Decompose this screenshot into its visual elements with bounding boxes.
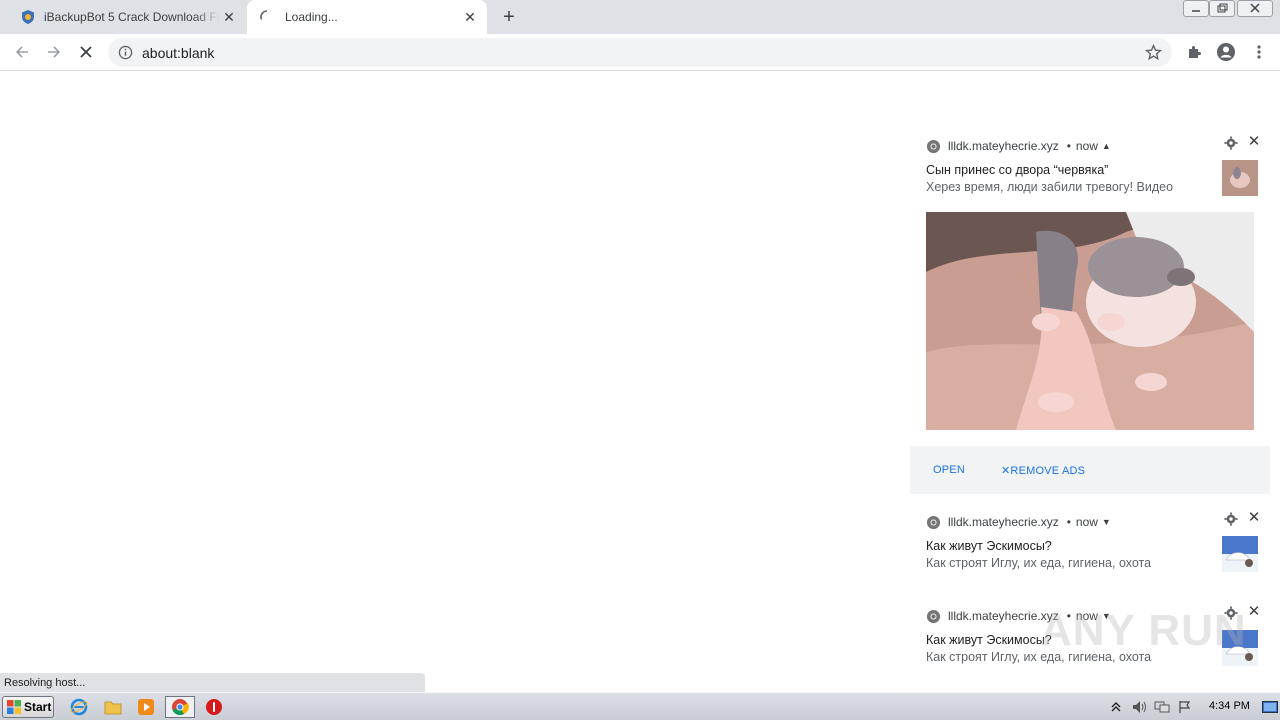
star-icon[interactable] xyxy=(1145,44,1162,61)
chevron-down-icon[interactable]: ▼ xyxy=(1102,517,1111,527)
arrow-left-icon xyxy=(15,46,28,58)
internet-explorer-icon xyxy=(70,698,88,716)
notification-image xyxy=(926,212,1254,430)
notification-time: now xyxy=(1075,515,1098,529)
back-button[interactable] xyxy=(12,42,32,62)
show-desktop-icon[interactable] xyxy=(1262,700,1278,714)
shield-icon xyxy=(22,10,34,24)
extensions-button[interactable] xyxy=(1184,42,1204,62)
notification-thumbnail xyxy=(1222,536,1258,572)
profile-button[interactable] xyxy=(1216,42,1236,62)
minimize-button[interactable] xyxy=(1183,0,1209,17)
close-icon[interactable]: ✕ xyxy=(462,9,478,25)
remove-ads-button[interactable]: ✕REMOVE ADS xyxy=(1001,464,1085,477)
loading-spinner-icon xyxy=(260,10,268,20)
stop-sign-icon xyxy=(206,699,222,715)
account-icon xyxy=(1217,43,1235,61)
address-bar[interactable]: about:blank xyxy=(108,38,1172,67)
folder-icon xyxy=(104,701,122,715)
notification-actions: OPEN ✕REMOVE ADS xyxy=(910,446,1270,494)
tab-title: iBackupBot 5 Crack Download Full FREE xyxy=(44,10,220,24)
flag-icon[interactable] xyxy=(1178,700,1192,714)
notification-source: llldk.mateyhecrie.xyz xyxy=(948,139,1059,153)
open-button[interactable]: OPEN xyxy=(933,464,965,476)
chevron-up-icon[interactable]: ▲ xyxy=(1102,141,1111,151)
windows-flag-icon xyxy=(7,700,21,714)
browser-toolbar: about:blank xyxy=(0,34,1280,71)
tab-loading[interactable]: Loading... ✕ xyxy=(247,0,487,34)
close-icon[interactable]: ✕ xyxy=(1246,134,1262,150)
notification-source: llldk.mateyhecrie.xyz xyxy=(948,515,1059,529)
system-tray xyxy=(1106,696,1280,718)
notification-body: Как строят Иглу, их еда, гигиена, охота xyxy=(926,556,1152,570)
media-player-button[interactable] xyxy=(134,696,158,718)
forward-button[interactable] xyxy=(44,42,64,62)
chrome-icon xyxy=(926,609,941,623)
start-label: Start xyxy=(24,700,52,714)
speaker-icon[interactable] xyxy=(1132,700,1148,714)
network-icon[interactable] xyxy=(1154,700,1170,714)
notification-time: now xyxy=(1075,139,1098,153)
chrome-icon xyxy=(172,699,189,716)
status-bubble: Resolving host... xyxy=(0,673,425,692)
notification-body: Херез время, люди забили тревогу! Видео xyxy=(926,180,1174,194)
close-icon: ✕ xyxy=(1001,465,1011,477)
chrome-icon xyxy=(926,139,941,153)
puzzle-icon xyxy=(1189,46,1201,58)
stop-x-icon xyxy=(80,46,92,58)
start-button[interactable]: Start xyxy=(2,696,54,718)
notification-title: Как живут Эскимосы? xyxy=(926,539,1052,553)
restore-button[interactable] xyxy=(1209,0,1235,17)
notification-title: Сын принес со двора “червяка” xyxy=(926,163,1109,177)
menu-button[interactable] xyxy=(1249,42,1269,62)
new-tab-button[interactable]: + xyxy=(498,6,520,28)
chrome-icon xyxy=(926,515,941,529)
notification-expanded[interactable]: llldk.mateyhecrie.xyz • now ▲ ✕ Сын прин… xyxy=(910,130,1270,494)
close-icon[interactable]: ✕ xyxy=(1246,604,1262,620)
info-icon[interactable] xyxy=(118,45,133,60)
tab-strip: iBackupBot 5 Crack Download Full FREE ✕ … xyxy=(0,0,1280,34)
notification-thumbnail xyxy=(1222,160,1258,196)
watermark-logo: ANY RUN xyxy=(1040,606,1247,655)
taskbar: Start 4:34 PM xyxy=(0,692,1280,720)
ie-button[interactable] xyxy=(67,696,91,718)
chrome-taskbar-button[interactable] xyxy=(165,696,195,718)
more-vert-icon xyxy=(1257,45,1261,59)
explorer-button[interactable] xyxy=(101,696,125,718)
notification-title: Как живут Эскимосы? xyxy=(926,633,1052,647)
stop-button[interactable] xyxy=(76,42,96,62)
arrow-right-icon xyxy=(48,46,61,58)
window-close-button[interactable] xyxy=(1237,0,1273,17)
address-text[interactable]: about:blank xyxy=(142,45,214,61)
show-hidden-icons-icon[interactable] xyxy=(1110,700,1122,714)
gear-icon[interactable] xyxy=(1224,512,1238,526)
tab-title: Loading... xyxy=(285,10,338,24)
close-icon[interactable]: ✕ xyxy=(221,9,237,25)
gear-icon[interactable] xyxy=(1224,136,1238,150)
notification-collapsed[interactable]: llldk.mateyhecrie.xyz • now ▼ ✕ Как живу… xyxy=(910,506,1270,586)
close-icon[interactable]: ✕ xyxy=(1246,510,1262,526)
media-player-icon xyxy=(138,699,154,715)
clock[interactable]: 4:34 PM xyxy=(1209,700,1250,712)
tab-ibackupbot[interactable]: iBackupBot 5 Crack Download Full FREE ✕ xyxy=(8,0,246,34)
opera-button[interactable] xyxy=(202,696,226,718)
